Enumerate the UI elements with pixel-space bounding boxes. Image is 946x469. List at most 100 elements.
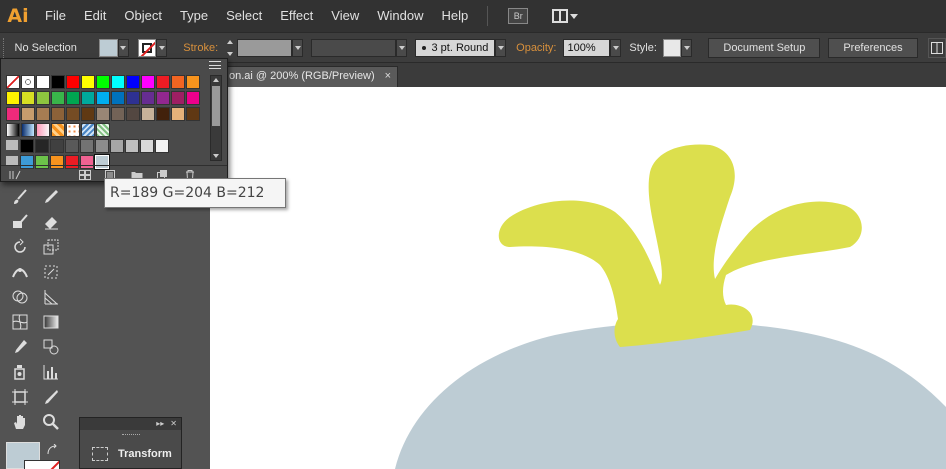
- color-swatch[interactable]: [141, 91, 155, 105]
- color-swatch[interactable]: [96, 91, 110, 105]
- opacity-dropdown[interactable]: [610, 38, 622, 57]
- color-swatch[interactable]: [111, 107, 125, 121]
- color-swatch[interactable]: [35, 139, 49, 153]
- color-swatch[interactable]: [126, 91, 140, 105]
- menu-effect[interactable]: Effect: [271, 0, 322, 32]
- show-swatch-kinds-icon[interactable]: [79, 169, 91, 180]
- color-swatch[interactable]: [66, 75, 80, 89]
- panel-menu-icon[interactable]: [209, 61, 221, 69]
- stroke-color-dropdown[interactable]: [156, 38, 168, 57]
- menu-object[interactable]: Object: [115, 0, 171, 32]
- color-swatch[interactable]: [51, 91, 65, 105]
- brush-definition[interactable]: 3 pt. Round: [414, 38, 496, 57]
- menu-select[interactable]: Select: [217, 0, 271, 32]
- document-setup-button[interactable]: Document Setup: [708, 37, 821, 58]
- color-swatch[interactable]: [171, 75, 185, 89]
- menu-edit[interactable]: Edit: [75, 0, 115, 32]
- color-swatch[interactable]: [51, 123, 65, 137]
- blob-brush-tool-icon[interactable]: [4, 209, 35, 234]
- hand-tool-icon[interactable]: [4, 409, 35, 434]
- artboard-tool-icon[interactable]: [4, 384, 35, 409]
- scrollbar-thumb[interactable]: [212, 86, 220, 126]
- opacity-label[interactable]: Opacity:: [516, 42, 556, 54]
- column-graph-tool-icon[interactable]: [35, 359, 66, 384]
- color-swatch[interactable]: [20, 139, 34, 153]
- panel-grip[interactable]: [122, 434, 140, 436]
- color-swatch[interactable]: [141, 107, 155, 121]
- color-swatch[interactable]: [96, 75, 110, 89]
- color-swatch[interactable]: [81, 107, 95, 121]
- color-swatch[interactable]: [95, 139, 109, 153]
- fill-dropdown[interactable]: [117, 38, 129, 57]
- color-swatch[interactable]: [6, 123, 20, 137]
- scroll-up-icon[interactable]: [213, 78, 219, 82]
- menu-window[interactable]: Window: [368, 0, 432, 32]
- color-swatch[interactable]: [6, 107, 20, 121]
- color-swatch[interactable]: [51, 75, 65, 89]
- color-swatch[interactable]: [186, 75, 200, 89]
- color-swatch[interactable]: [80, 139, 94, 153]
- fill-color-swatch[interactable]: [99, 38, 118, 57]
- color-swatch[interactable]: [66, 107, 80, 121]
- color-swatch[interactable]: [21, 123, 35, 137]
- workspace-switcher-button[interactable]: [552, 8, 580, 24]
- stroke-label[interactable]: Stroke:: [183, 42, 218, 54]
- color-swatch[interactable]: [21, 91, 35, 105]
- artboard-canvas[interactable]: [210, 87, 946, 469]
- scroll-down-icon[interactable]: [213, 154, 219, 158]
- color-swatch[interactable]: [65, 139, 79, 153]
- eraser-tool-icon[interactable]: [35, 209, 66, 234]
- opacity-field[interactable]: 100%: [562, 38, 611, 57]
- expand-panel-icon[interactable]: ▸▸: [156, 420, 164, 428]
- panel-grip[interactable]: [3, 37, 9, 58]
- color-swatch[interactable]: [36, 123, 50, 137]
- zoom-tool-icon[interactable]: [35, 409, 66, 434]
- color-swatch[interactable]: [126, 75, 140, 89]
- stroke-weight-dropdown[interactable]: [292, 38, 304, 57]
- color-swatch[interactable]: [141, 75, 155, 89]
- color-swatch[interactable]: [36, 75, 50, 89]
- graphic-style-swatch[interactable]: [662, 38, 682, 57]
- swatch-libraries-icon[interactable]: [9, 169, 23, 180]
- arrange-documents-icon[interactable]: [927, 37, 946, 58]
- free-transform-tool-icon[interactable]: [35, 259, 66, 284]
- shape-builder-tool-icon[interactable]: [4, 284, 35, 309]
- close-icon[interactable]: ×: [385, 67, 391, 86]
- paintbrush-tool-icon[interactable]: [4, 184, 35, 209]
- color-swatch[interactable]: [111, 75, 125, 89]
- pencil-tool-icon[interactable]: [35, 184, 66, 209]
- swap-fill-stroke-icon[interactable]: [46, 443, 58, 459]
- gradient-tool-icon[interactable]: [35, 309, 66, 334]
- swatches-scrollbar[interactable]: [210, 75, 222, 161]
- color-swatch[interactable]: [96, 123, 110, 137]
- color-swatch[interactable]: [186, 107, 200, 121]
- graphic-style-dropdown[interactable]: [681, 38, 693, 57]
- document-tab[interactable]: on.ai @ 200% (RGB/Preview) ×: [220, 66, 398, 87]
- none-swatch[interactable]: [6, 75, 20, 89]
- color-swatch[interactable]: [96, 107, 110, 121]
- registration-swatch[interactable]: [21, 75, 35, 89]
- color-swatch[interactable]: [156, 107, 170, 121]
- stroke-swatch[interactable]: [24, 460, 60, 469]
- color-swatch[interactable]: [126, 107, 140, 121]
- menu-file[interactable]: File: [36, 0, 75, 32]
- color-swatch[interactable]: [81, 123, 95, 137]
- color-swatch[interactable]: [81, 75, 95, 89]
- menu-help[interactable]: Help: [432, 0, 477, 32]
- variable-width-profile[interactable]: [310, 38, 397, 57]
- variable-width-dropdown[interactable]: [396, 38, 408, 57]
- eyedropper-tool-icon[interactable]: [4, 334, 35, 359]
- color-group-folder-icon[interactable]: [6, 140, 18, 150]
- color-swatch[interactable]: [66, 123, 80, 137]
- close-panel-icon[interactable]: ✕: [170, 420, 177, 428]
- preferences-button[interactable]: Preferences: [828, 37, 918, 58]
- color-swatch[interactable]: [66, 91, 80, 105]
- color-swatch[interactable]: [171, 91, 185, 105]
- blend-tool-icon[interactable]: [35, 334, 66, 359]
- color-swatch[interactable]: [110, 139, 124, 153]
- color-swatch[interactable]: [81, 91, 95, 105]
- slice-tool-icon[interactable]: [35, 384, 66, 409]
- width-tool-icon[interactable]: [4, 259, 35, 284]
- color-swatch[interactable]: [155, 139, 169, 153]
- artwork[interactable]: [210, 87, 946, 469]
